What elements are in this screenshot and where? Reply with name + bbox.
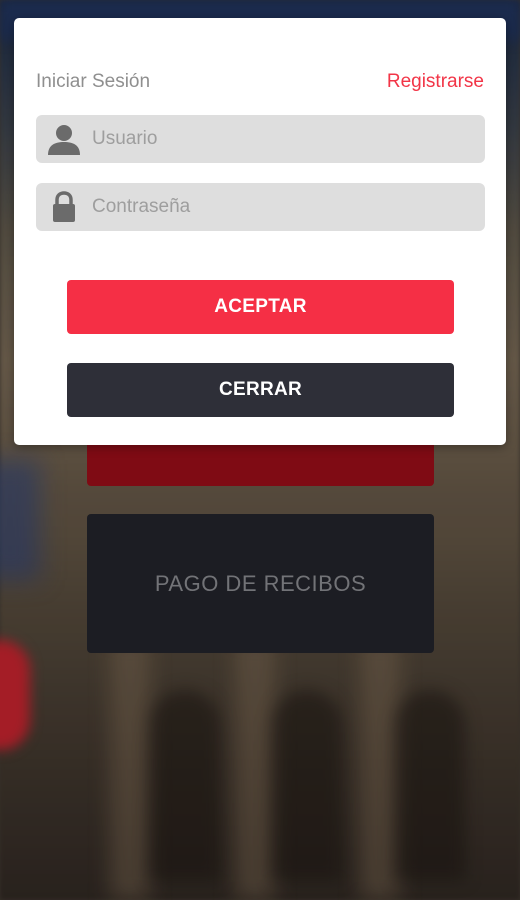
register-link[interactable]: Registrarse — [387, 71, 484, 93]
dialog-title: Iniciar Sesión — [36, 71, 151, 92]
app-screen: PAGO DE RECIBOS Iniciar Sesión Registrar… — [0, 0, 520, 900]
lock-icon — [36, 183, 92, 231]
username-input[interactable] — [92, 115, 485, 163]
user-icon — [36, 115, 92, 163]
login-dialog: Iniciar Sesión Registrarse ACEPTAR C — [14, 18, 506, 445]
password-field[interactable] — [36, 183, 485, 231]
close-button[interactable]: CERRAR — [67, 363, 454, 417]
accept-button[interactable]: ACEPTAR — [67, 280, 454, 334]
dialog-header: Iniciar Sesión Registrarse — [36, 70, 484, 94]
password-input[interactable] — [92, 183, 485, 231]
username-field[interactable] — [36, 115, 485, 163]
